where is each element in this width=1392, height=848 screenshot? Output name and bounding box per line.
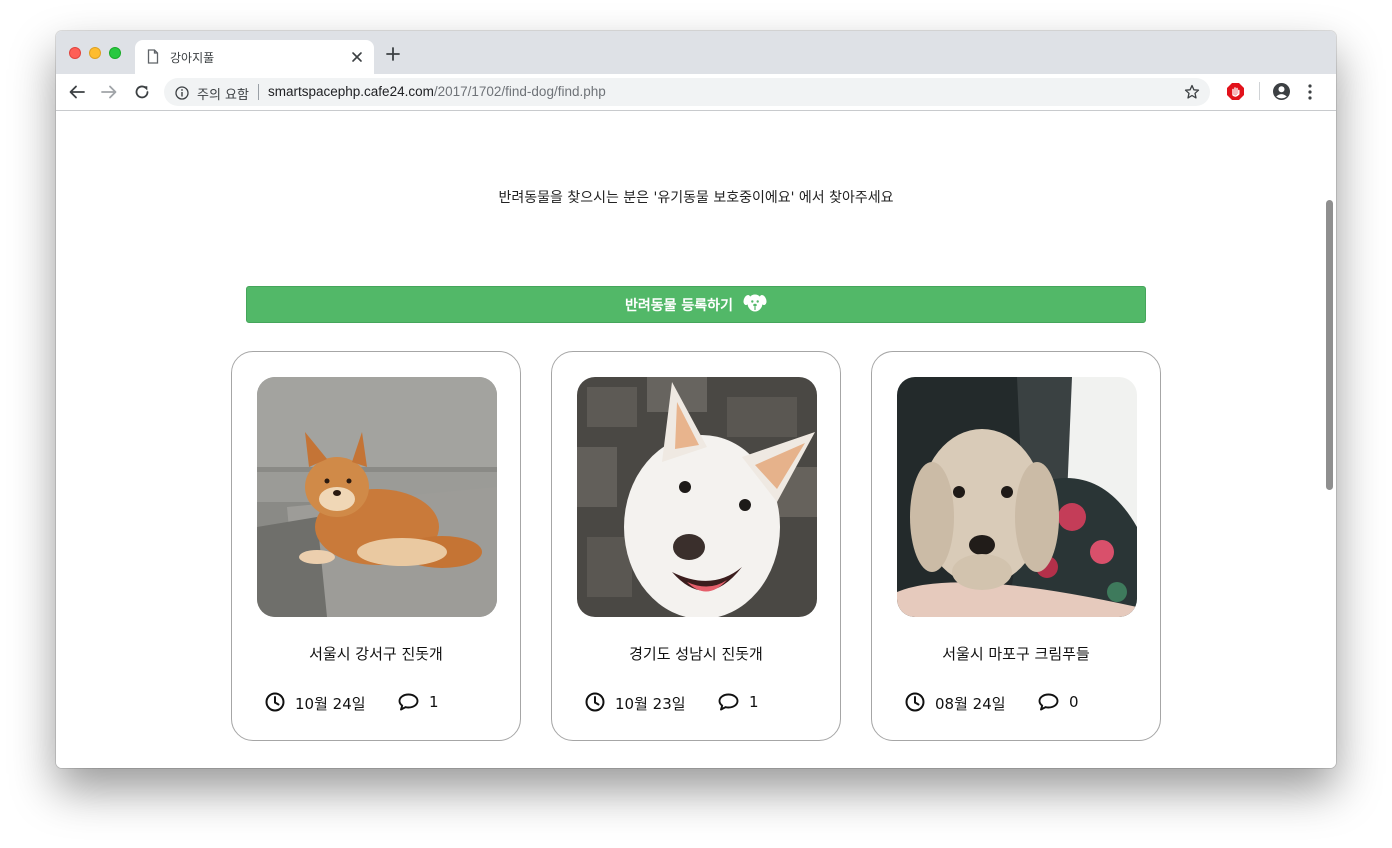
security-label[interactable]: 주의 요함 xyxy=(197,84,249,103)
toolbar-divider xyxy=(1259,82,1260,100)
dog-photo[interactable] xyxy=(577,377,817,617)
reload-icon[interactable] xyxy=(133,83,151,105)
card-title[interactable]: 경기도 성남시 진돗개 xyxy=(552,643,840,664)
clock-icon xyxy=(585,692,605,716)
card-meta: 10월 24일 1 xyxy=(265,691,495,713)
maximize-window-button[interactable] xyxy=(109,47,121,59)
back-arrow-icon[interactable] xyxy=(68,83,86,105)
address-bar[interactable]: 주의 요함 smartspacephp.cafe24.com/2017/1702… xyxy=(164,78,1210,106)
comment-count: 1 xyxy=(749,693,759,711)
clock-icon xyxy=(905,692,925,716)
close-window-button[interactable] xyxy=(69,47,81,59)
comment-bubble-icon xyxy=(398,693,419,715)
browser-window: 강아지풀 주의 요함 smartspacephp.cafe24.com/2017… xyxy=(56,31,1336,768)
tab-title: 강아지풀 xyxy=(170,51,215,65)
card-meta: 10월 23일 1 xyxy=(585,691,815,713)
pet-card[interactable]: 서울시 마포구 크림푸들 08월 24일 0 xyxy=(871,351,1161,741)
page-icon xyxy=(147,49,159,68)
post-date: 08월 24일 xyxy=(935,695,1006,713)
forward-arrow-icon[interactable] xyxy=(100,83,118,105)
close-icon[interactable] xyxy=(350,49,364,68)
dog-photo[interactable] xyxy=(897,377,1137,617)
comment-bubble-icon xyxy=(718,693,739,715)
register-pet-label: 반려동물 등록하기 xyxy=(625,297,733,314)
info-icon[interactable] xyxy=(175,85,189,104)
tab-strip: 강아지풀 xyxy=(56,31,1336,74)
card-title[interactable]: 서울시 마포구 크림푸들 xyxy=(872,643,1160,664)
comment-bubble-icon xyxy=(1038,693,1059,715)
star-icon[interactable] xyxy=(1184,84,1200,104)
url-text[interactable]: smartspacephp.cafe24.com/2017/1702/find-… xyxy=(268,84,606,99)
adblock-icon[interactable] xyxy=(1226,82,1245,105)
dog-face-icon xyxy=(743,292,767,318)
clock-icon xyxy=(265,692,285,716)
pet-card[interactable]: 경기도 성남시 진돗개 10월 23일 1 xyxy=(551,351,841,741)
card-title[interactable]: 서울시 강서구 진돗개 xyxy=(232,643,520,664)
browser-tab[interactable]: 강아지풀 xyxy=(135,40,374,74)
page-content: 반려동물을 찾으시는 분은 '유기동물 보호중이에요' 에서 찾아주세요 반려동… xyxy=(56,111,1336,768)
card-meta: 08월 24일 0 xyxy=(905,691,1135,713)
post-date: 10월 24일 xyxy=(295,695,366,713)
post-date: 10월 23일 xyxy=(615,695,686,713)
plus-icon[interactable] xyxy=(386,46,400,65)
url-path: /2017/1702/find-dog/find.php xyxy=(433,84,606,99)
comment-count: 0 xyxy=(1069,693,1079,711)
comment-count: 1 xyxy=(429,693,439,711)
menu-dots-icon[interactable] xyxy=(1307,83,1313,105)
omnibox-divider xyxy=(258,84,259,100)
pet-card[interactable]: 서울시 강서구 진돗개 10월 24일 1 xyxy=(231,351,521,741)
register-pet-button[interactable]: 반려동물 등록하기 xyxy=(246,286,1146,323)
notice-text: 반려동물을 찾으시는 분은 '유기동물 보호중이에요' 에서 찾아주세요 xyxy=(498,190,894,206)
scrollbar-thumb[interactable] xyxy=(1326,200,1333,490)
profile-icon[interactable] xyxy=(1272,82,1291,105)
dog-photo[interactable] xyxy=(257,377,497,617)
url-host: smartspacephp.cafe24.com xyxy=(268,84,434,99)
minimize-window-button[interactable] xyxy=(89,47,101,59)
browser-toolbar: 주의 요함 smartspacephp.cafe24.com/2017/1702… xyxy=(56,74,1336,111)
